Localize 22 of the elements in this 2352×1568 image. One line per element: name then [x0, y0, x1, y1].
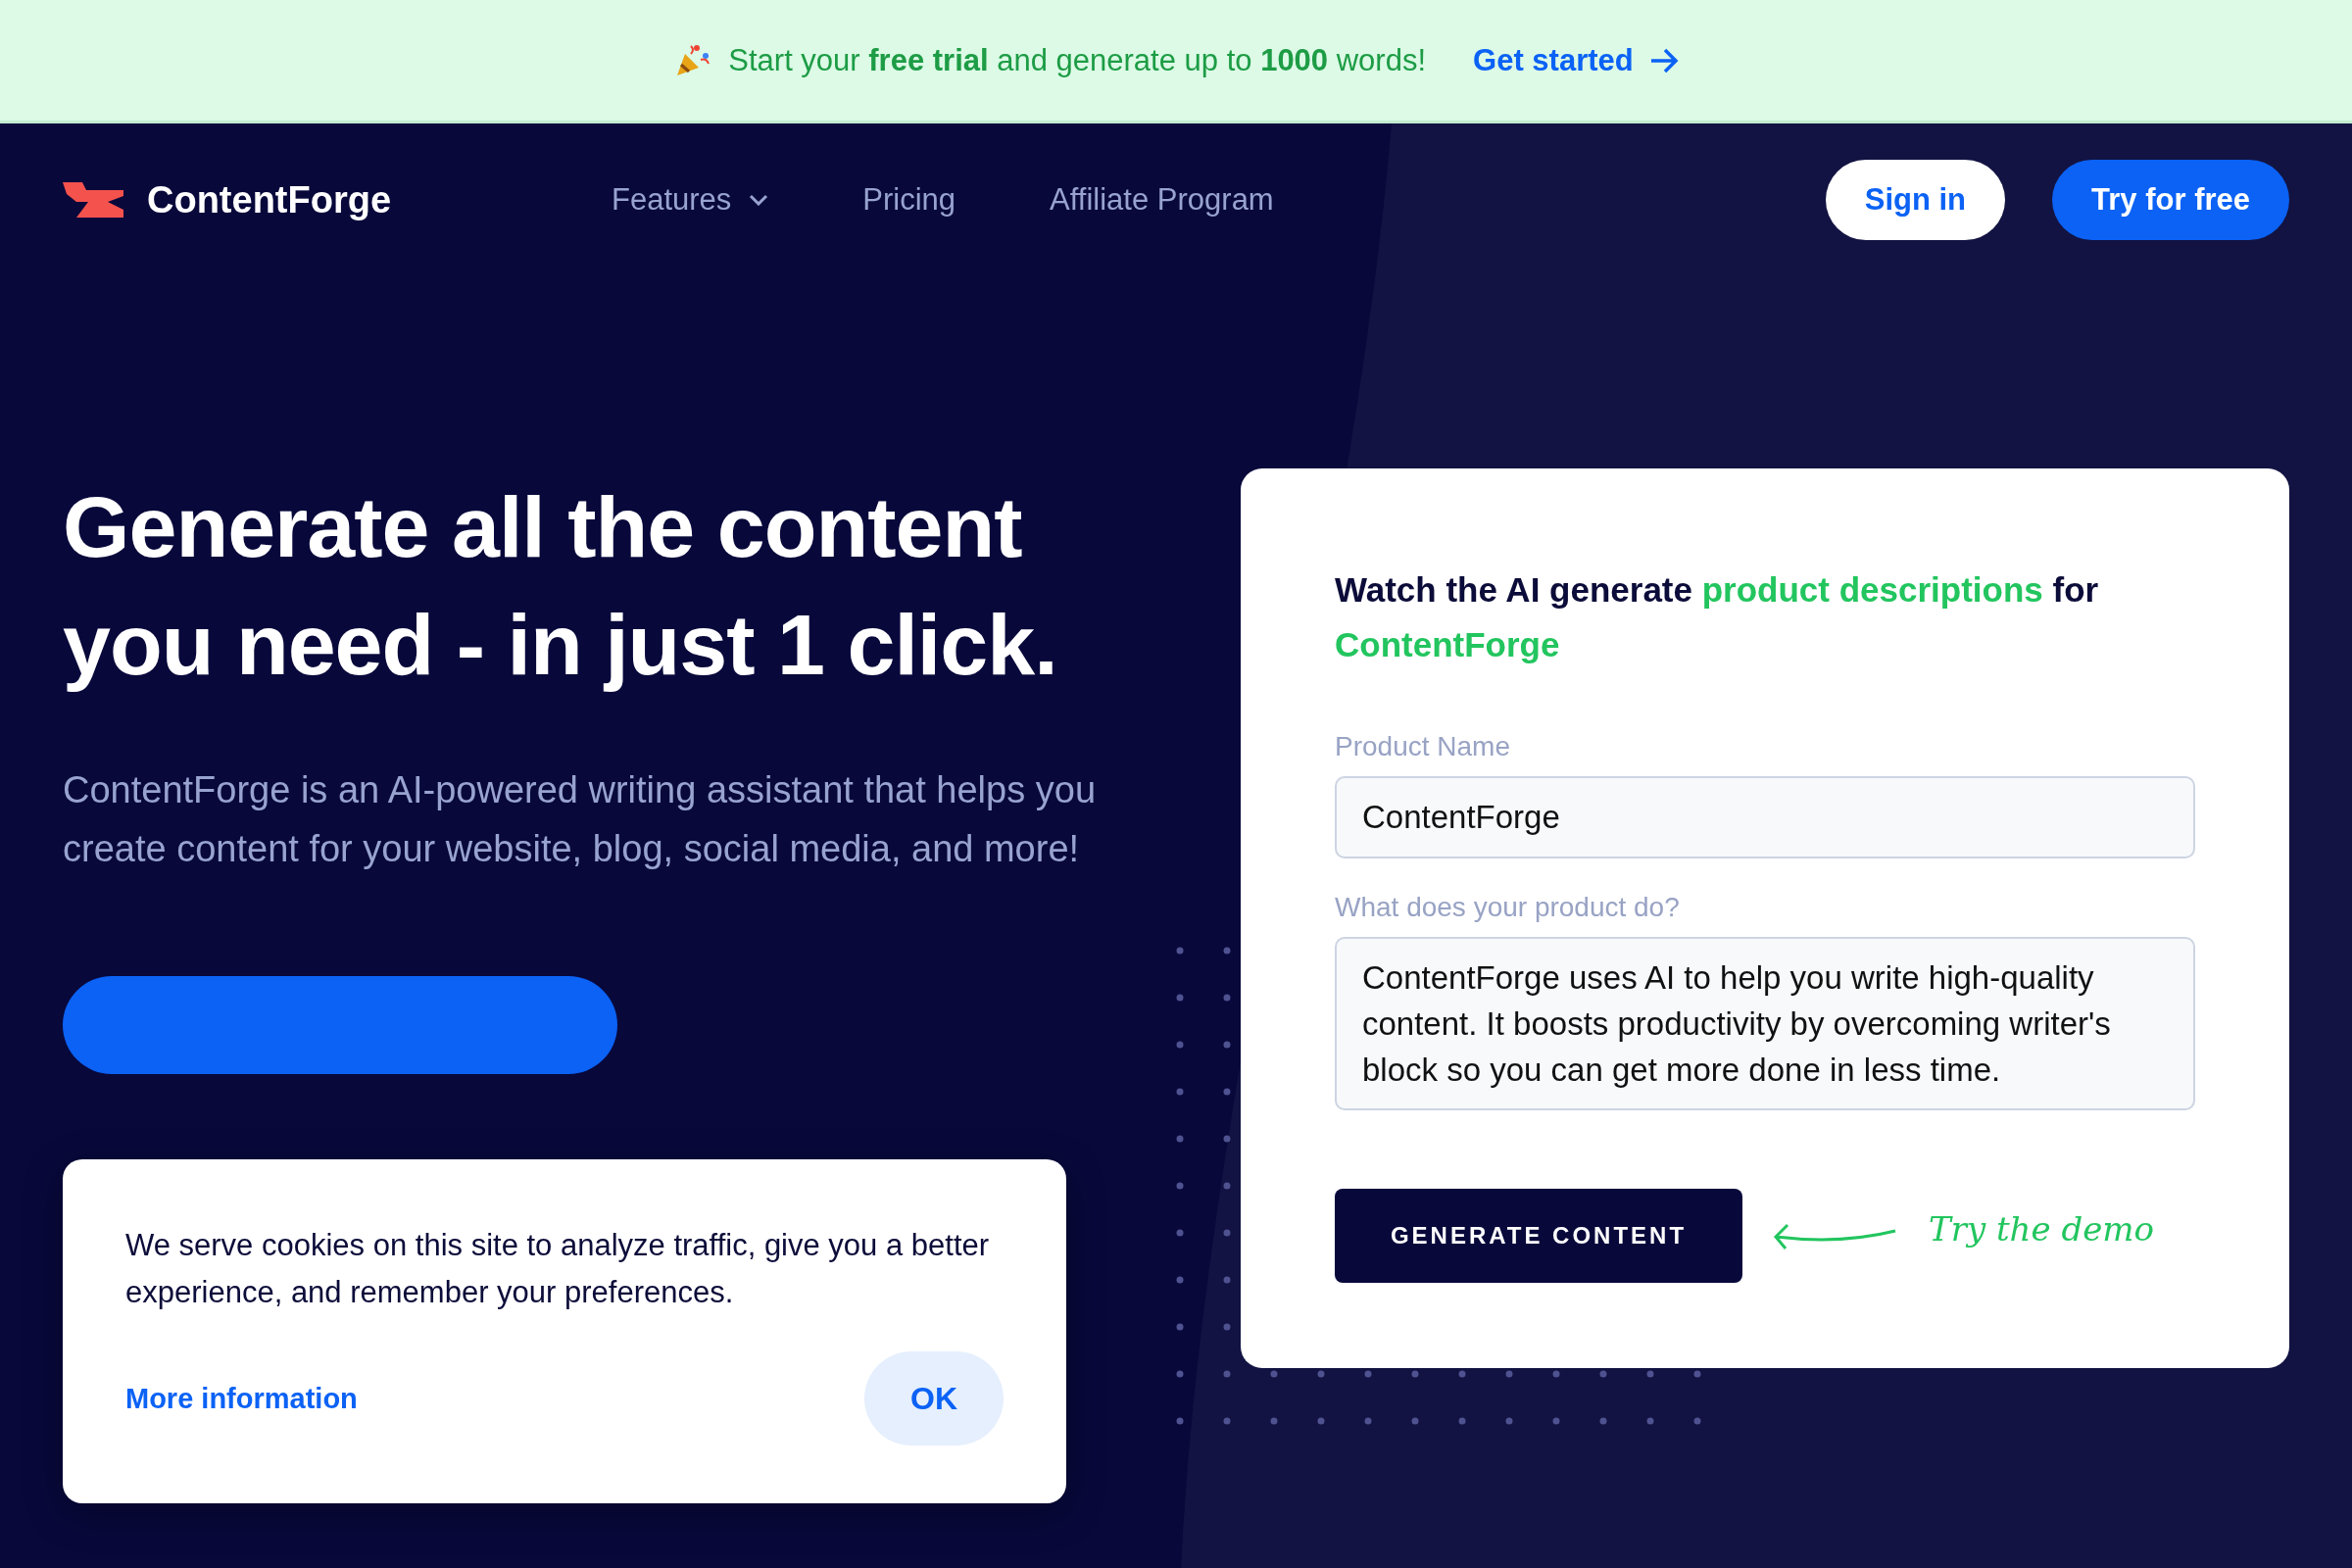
sign-in-button[interactable]: Sign in	[1825, 160, 2006, 240]
try-for-free-button[interactable]: Try for free	[2052, 160, 2289, 240]
promo-text: Start your free trial and generate up to 1000 words!	[728, 42, 1427, 78]
textarea-field[interactable]: ContentForge uses AI to help you write high-quality content. It boosts productivity by overcoming writer's block so you can get more done in less time.	[1335, 937, 2195, 1110]
anvil-logo-icon	[63, 180, 123, 220]
brand-name: ContentForge	[147, 178, 392, 221]
demo-hint: Try the demo	[1929, 1209, 2155, 1249]
more-information-link[interactable]: More information	[125, 1382, 358, 1415]
cookie-text: We serve cookies on this site to analyze traffic, give you a better experience, and remember your preferences.	[125, 1227, 991, 1311]
get-started-link[interactable]: Get started	[1473, 42, 1679, 78]
input-field[interactable]: ContentForge	[1335, 776, 2195, 858]
nav-link[interactable]: Pricing	[862, 182, 956, 218]
ok-button[interactable]: OK	[864, 1351, 1004, 1446]
hero-description: ContentForge is an AI-powered writing assistant that helps you create content for your website, blog, social media, and more!	[63, 768, 1098, 871]
generate-content-button[interactable]: GENERATE CONTENT	[1335, 1189, 1742, 1283]
arrow-right-icon	[1648, 46, 1679, 74]
nav-link[interactable]: Features	[612, 182, 769, 218]
hero-heading: Generate all the content you need - in just 1 click.	[63, 477, 1058, 695]
field-label: Product Name	[1335, 731, 1511, 762]
demo-heading: Watch the AI generate product descriptions for ContentForge	[1335, 569, 2100, 665]
field-label: What does your product do?	[1335, 892, 1681, 923]
nav-link[interactable]: Affiliate Program	[1050, 182, 1274, 218]
